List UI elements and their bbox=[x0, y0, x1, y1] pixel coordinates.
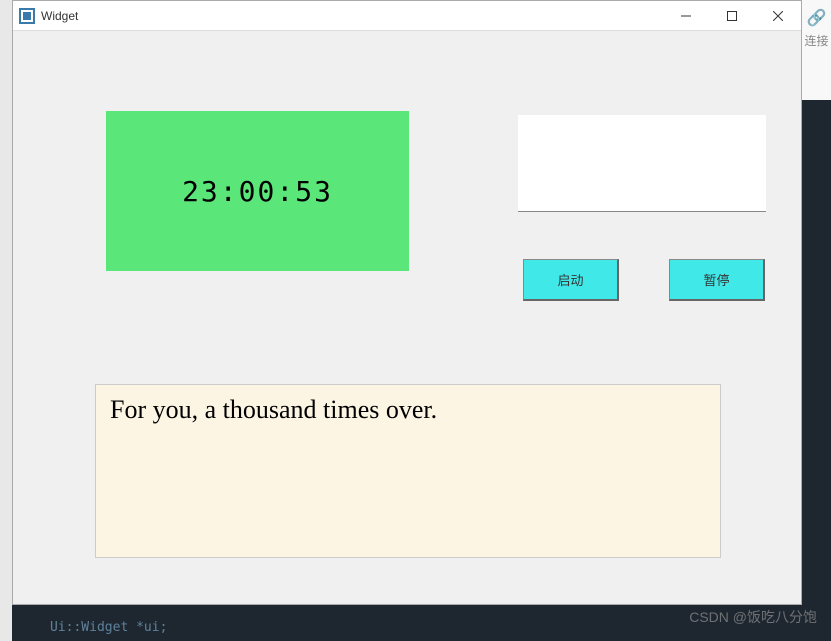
minimize-button[interactable] bbox=[663, 1, 709, 30]
text-input[interactable] bbox=[518, 115, 766, 212]
window-controls bbox=[663, 1, 801, 30]
close-icon bbox=[773, 11, 783, 21]
application-window: Widget 23:00:53 启动 暂停 For you, a thousan… bbox=[12, 0, 802, 605]
app-icon bbox=[19, 8, 35, 24]
minimize-icon bbox=[681, 11, 691, 21]
editor-left-edge bbox=[0, 0, 12, 641]
background-code-fragment: Ui::Widget *ui; bbox=[50, 620, 167, 635]
output-textbox[interactable]: For you, a thousand times over. bbox=[95, 384, 721, 558]
client-area: 23:00:53 启动 暂停 For you, a thousand times… bbox=[13, 31, 801, 604]
titlebar[interactable]: Widget bbox=[13, 1, 801, 31]
watermark: CSDN @饭吃八分饱 bbox=[689, 607, 817, 627]
start-button[interactable]: 启动 bbox=[523, 259, 619, 301]
close-button[interactable] bbox=[755, 1, 801, 30]
maximize-button[interactable] bbox=[709, 1, 755, 30]
maximize-icon bbox=[727, 11, 737, 21]
link-icon[interactable]: 🔗 bbox=[807, 8, 827, 28]
right-toolbar: 🔗 连接 bbox=[802, 0, 831, 100]
window-title: Widget bbox=[41, 9, 78, 23]
link-label[interactable]: 连接 bbox=[804, 32, 828, 49]
clock-display: 23:00:53 bbox=[106, 111, 409, 271]
pause-button[interactable]: 暂停 bbox=[669, 259, 765, 301]
